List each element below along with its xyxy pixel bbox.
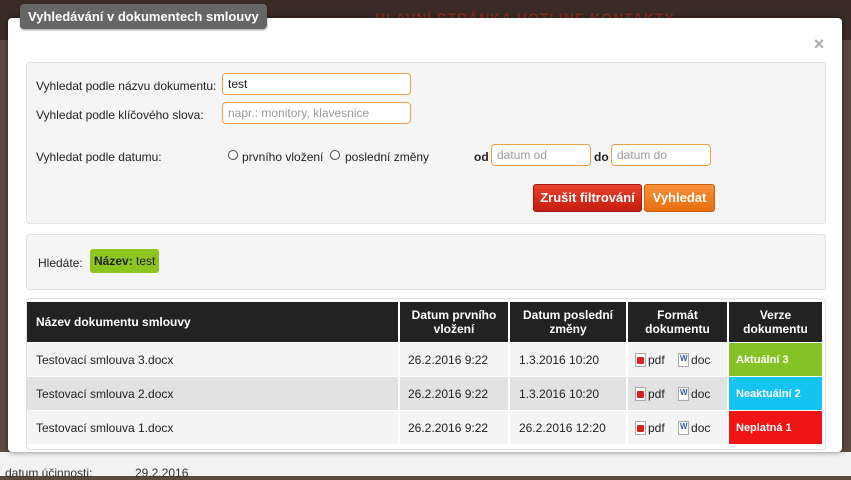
- active-filter-value: test: [132, 254, 156, 268]
- date-to-input[interactable]: [611, 144, 711, 166]
- word-doc-icon[interactable]: [678, 352, 690, 367]
- keyword-search-label: Vyhledat podle klíčového slova:: [36, 108, 204, 122]
- col-last-header[interactable]: Datum poslední změny: [509, 302, 628, 343]
- doc-name-cell[interactable]: Testovací smlouva 3.docx: [27, 342, 400, 377]
- dialog-title: Vyhledávání v dokumentech smlouvy: [20, 4, 267, 29]
- col-version-header-line2: dokumentu: [743, 322, 808, 336]
- table-row: Testovací smlouva 1.docx 26.2.2016 9:22 …: [27, 410, 822, 444]
- last-date-cell: 26.2.2016 12:20: [509, 410, 628, 444]
- pdf-icon[interactable]: [635, 352, 646, 367]
- table-row: Testovací smlouva 2.docx 26.2.2016 9:22 …: [27, 376, 822, 411]
- first-date-cell: 26.2.2016 9:22: [399, 342, 510, 377]
- keyword-search-input[interactable]: [222, 102, 411, 124]
- col-format-header-line2: dokumentu: [645, 322, 710, 336]
- date-from-input[interactable]: [491, 144, 591, 166]
- col-version-header-line1: Verze: [759, 308, 792, 322]
- format-cell: pdf doc: [627, 376, 729, 411]
- background-date-value: 29.2.2016: [135, 466, 189, 480]
- doc-name-cell[interactable]: Testovací smlouva 2.docx: [27, 376, 400, 411]
- search-button[interactable]: Vyhledat: [644, 184, 715, 212]
- col-format-header-line1: Formát: [657, 308, 698, 322]
- doc-name-cell[interactable]: Testovací smlouva 1.docx: [27, 410, 400, 444]
- version-badge: Neaktuální 2: [728, 376, 822, 411]
- active-search-label: Hledáte:: [38, 256, 83, 270]
- first-insert-label: prvního vložení: [242, 150, 324, 164]
- version-badge: Aktuální 3: [728, 342, 822, 377]
- first-date-cell: 26.2.2016 9:22: [399, 410, 510, 444]
- col-last-header-line1: Datum poslední: [522, 308, 613, 322]
- first-insert-radio[interactable]: [228, 150, 238, 160]
- last-date-cell: 1.3.2016 10:20: [509, 342, 628, 377]
- version-badge: Neplatná 1: [728, 410, 822, 444]
- cancel-filter-button[interactable]: Zrušit filtrování: [533, 184, 642, 212]
- col-name-header[interactable]: Název dokumentu smlouvy: [27, 302, 400, 343]
- col-first-header[interactable]: Datum prvního vložení: [399, 302, 510, 343]
- doc-link[interactable]: doc: [691, 387, 710, 401]
- col-first-header-line2: vložení: [433, 322, 475, 336]
- format-cell: pdf doc: [627, 410, 729, 444]
- pdf-link[interactable]: pdf: [648, 387, 665, 401]
- word-doc-icon[interactable]: [678, 420, 690, 435]
- last-change-label: poslední změny: [345, 150, 430, 164]
- pdf-link[interactable]: pdf: [648, 353, 665, 367]
- name-search-label: Vyhledat podle názvu dokumentu:: [36, 79, 217, 93]
- last-date-cell: 1.3.2016 10:20: [509, 376, 628, 411]
- pdf-icon[interactable]: [635, 420, 646, 435]
- results-table: Název dokumentu smlouvy Datum prvního vlo…: [27, 302, 822, 444]
- name-search-input[interactable]: [222, 73, 411, 95]
- format-cell: pdf doc: [627, 342, 729, 377]
- pdf-link[interactable]: pdf: [648, 421, 665, 435]
- doc-link[interactable]: doc: [691, 421, 710, 435]
- word-doc-icon[interactable]: [678, 386, 690, 401]
- background-footer: [0, 452, 851, 476]
- first-date-cell: 26.2.2016 9:22: [399, 376, 510, 411]
- table-row: Testovací smlouva 3.docx 26.2.2016 9:22 …: [27, 342, 822, 377]
- date-to-label: do: [594, 150, 609, 164]
- background-date-label: datum účinnosti:: [5, 466, 93, 480]
- date-from-label: od: [474, 150, 489, 164]
- doc-link[interactable]: doc: [691, 353, 710, 367]
- col-format-header[interactable]: Formát dokumentu: [627, 302, 729, 343]
- col-version-header[interactable]: Verze dokumentu: [728, 302, 822, 343]
- pdf-icon[interactable]: [635, 386, 646, 401]
- col-first-header-line1: Datum prvního: [411, 308, 497, 322]
- col-last-header-line2: změny: [549, 322, 587, 336]
- active-filter-key: Název:: [94, 254, 133, 268]
- close-icon[interactable]: ×: [812, 35, 826, 53]
- active-filter-tag[interactable]: Název: test: [90, 249, 160, 273]
- last-change-radio[interactable]: [330, 150, 340, 160]
- date-search-label: Vyhledat podle datumu:: [36, 150, 162, 164]
